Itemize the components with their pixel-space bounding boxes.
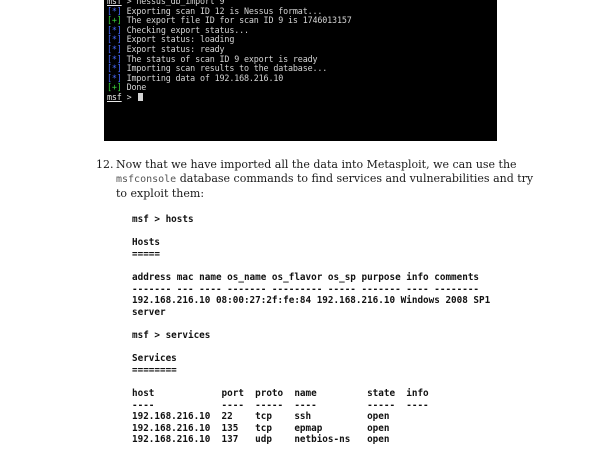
terminal-line-text: Export status: ready [121,43,225,54]
code-line: Services [132,353,177,365]
terminal-line-text: The status of scan ID 9 export is ready [121,53,318,64]
code-line: ===== [132,248,160,260]
step-text-before: Now that we have imported all the data i… [116,158,517,171]
code-listing: msf > hosts Hosts ===== address mac name os… [132,214,490,446]
status-tag: [+] [107,15,122,26]
code-line: 192.168.216.10 08:00:27:2f:fe:84 192.168… [132,295,491,307]
step-text-after: database commands to find services and v… [116,172,534,200]
code-line: ---- ---- ----- ---- ----- ---- [132,399,429,411]
terminal-line-text: Checking export status... [121,24,249,35]
code-line: server [132,306,166,318]
code-line: ======== [132,364,177,376]
code-line: 192.168.216.10 137 udp netbios-ns open [132,434,390,446]
terminal-screenshot: msf > nessus_db_import 9 [*] Exporting sc… [104,0,497,141]
terminal-output: msf > nessus_db_import 9 [*] Exporting sc… [107,0,497,103]
status-tag: [*] [107,24,122,35]
status-tag: [*] [107,72,122,83]
status-tag: [*] [107,43,122,54]
terminal-line-text: > [121,91,137,102]
prompt-label: msf [107,91,122,102]
terminal-line-text: Done [121,82,147,93]
code-line: Hosts [132,237,160,249]
status-tag: [*] [107,63,122,74]
status-tag: [*] [107,53,122,64]
terminal-line-text: Importing data of 192.168.216.10 [121,72,284,83]
status-tag: [*] [107,5,122,16]
code-line: ------- --- ---- ------- --------- -----… [132,283,480,295]
status-tag: [+] [107,82,122,93]
step-12: 12. Now that we have imported all the da… [96,158,536,201]
step-paragraph: Now that we have imported all the data i… [116,158,536,201]
code-line: msf > hosts [132,214,194,225]
step-number: 12. [96,158,114,171]
terminal-line: msf > [107,91,497,103]
cursor-block [138,92,144,101]
code-line: host port proto name state info [132,387,429,399]
inline-code-msfconsole: msfconsole [116,174,177,185]
terminal-line: [+] Done [107,83,497,93]
terminal-line-text: Exporting scan ID 12 is Nessus format... [121,5,323,16]
code-line: address mac name os_name os_flavor os_sp… [132,271,480,283]
code-line: 192.168.216.10 22 tcp ssh open [132,411,390,423]
status-tag: [*] [107,34,122,45]
terminal-line-text: The export file ID for scan ID 9 is 1746… [121,15,352,26]
terminal-line: [*] Importing data of 192.168.216.10 [107,72,497,84]
terminal-line-text: Importing scan results to the database..… [121,63,328,74]
code-line: 192.168.216.10 135 tcp epmap open [132,422,390,434]
terminal-line-text: Export status: loading [121,34,235,45]
code-line: msf > services [132,329,211,341]
